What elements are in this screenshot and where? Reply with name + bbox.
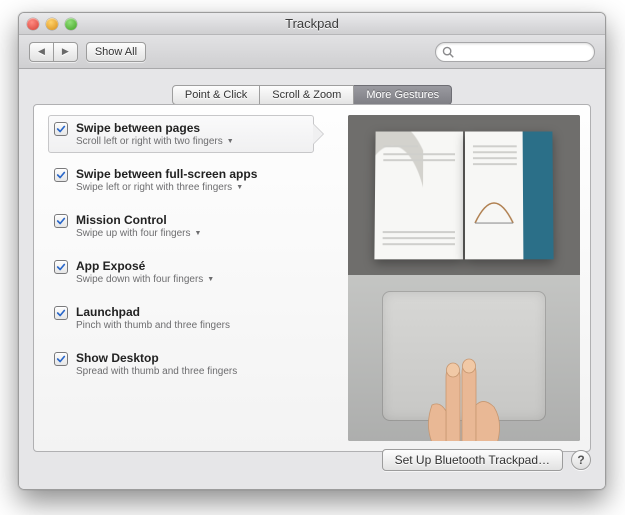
opt-sub[interactable]: Scroll left or right with two fingers▼ — [76, 136, 234, 147]
titlebar: Trackpad — [19, 13, 605, 35]
checkbox[interactable] — [54, 260, 68, 274]
opt-title: Launchpad — [76, 305, 230, 319]
opt-text: Mission Control Swipe up with four finge… — [76, 213, 201, 239]
opt-sub[interactable]: Swipe up with four fingers▼ — [76, 228, 201, 239]
opt-title: Swipe between pages — [76, 121, 234, 135]
gesture-list: Swipe between pages Scroll left or right… — [34, 105, 324, 451]
checkbox[interactable] — [54, 168, 68, 182]
opt-mission-control[interactable]: Mission Control Swipe up with four finge… — [48, 207, 314, 245]
preview-trackpad-area — [348, 275, 580, 441]
toolbar: ◀ ▶ Show All — [19, 35, 605, 69]
check-icon — [56, 308, 66, 318]
opt-title: App Exposé — [76, 259, 214, 273]
preferences-window: Trackpad ◀ ▶ Show All Point & Click Scro… — [18, 12, 606, 490]
help-button[interactable]: ? — [571, 450, 591, 470]
nav-back-forward: ◀ ▶ — [29, 42, 78, 62]
opt-text: Swipe between pages Scroll left or right… — [76, 121, 234, 147]
check-icon — [56, 170, 66, 180]
opt-title: Show Desktop — [76, 351, 237, 365]
checkbox[interactable] — [54, 122, 68, 136]
opt-sub: Spread with thumb and three fingers — [76, 366, 237, 377]
chevron-right-icon: ▶ — [62, 46, 69, 57]
opt-text: Launchpad Pinch with thumb and three fin… — [76, 305, 230, 331]
opt-sub: Pinch with thumb and three fingers — [76, 320, 230, 331]
opt-launchpad[interactable]: Launchpad Pinch with thumb and three fin… — [48, 299, 314, 337]
opt-text: Swipe between full-screen apps Swipe lef… — [76, 167, 257, 193]
opt-text: Show Desktop Spread with thumb and three… — [76, 351, 237, 377]
window-controls — [27, 18, 77, 30]
tab-point-click[interactable]: Point & Click — [172, 85, 260, 105]
opt-sub[interactable]: Swipe left or right with three fingers▼ — [76, 182, 257, 193]
check-icon — [56, 354, 66, 364]
footer: Set Up Bluetooth Trackpad… ? — [382, 449, 591, 471]
opt-show-desktop[interactable]: Show Desktop Spread with thumb and three… — [48, 345, 314, 383]
forward-button[interactable]: ▶ — [53, 42, 78, 62]
checkbox[interactable] — [54, 352, 68, 366]
opt-app-expose[interactable]: App Exposé Swipe down with four fingers▼ — [48, 253, 314, 291]
opt-title: Swipe between full-screen apps — [76, 167, 257, 181]
window-title: Trackpad — [19, 16, 605, 31]
gesture-preview — [348, 115, 580, 441]
bluetooth-trackpad-button[interactable]: Set Up Bluetooth Trackpad… — [382, 449, 563, 471]
check-icon — [56, 262, 66, 272]
preview-screen — [348, 115, 580, 275]
chevron-down-icon: ▼ — [236, 184, 243, 191]
chevron-down-icon: ▼ — [207, 276, 214, 283]
chevron-down-icon: ▼ — [227, 138, 234, 145]
gestures-panel: Swipe between pages Scroll left or right… — [33, 104, 591, 452]
preview-page-right — [465, 132, 554, 260]
show-all-button[interactable]: Show All — [86, 42, 146, 62]
tab-scroll-zoom[interactable]: Scroll & Zoom — [260, 85, 354, 105]
tab-bar: Point & Click Scroll & Zoom More Gesture… — [33, 85, 591, 105]
hand-icon — [404, 357, 524, 441]
close-icon[interactable] — [27, 18, 39, 30]
check-icon — [56, 216, 66, 226]
search-input[interactable] — [435, 42, 595, 62]
opt-sub[interactable]: Swipe down with four fingers▼ — [76, 274, 214, 285]
zoom-icon[interactable] — [65, 18, 77, 30]
checkbox[interactable] — [54, 306, 68, 320]
chevron-down-icon: ▼ — [195, 230, 202, 237]
preview-pages — [374, 132, 553, 260]
opt-swipe-pages[interactable]: Swipe between pages Scroll left or right… — [48, 115, 314, 153]
chevron-left-icon: ◀ — [38, 46, 45, 57]
search-wrap — [435, 42, 595, 62]
tab-more-gestures[interactable]: More Gestures — [354, 85, 452, 105]
check-icon — [56, 124, 66, 134]
opt-title: Mission Control — [76, 213, 201, 227]
opt-swipe-fullscreen[interactable]: Swipe between full-screen apps Swipe lef… — [48, 161, 314, 199]
search-icon — [441, 45, 455, 59]
diagram-icon — [471, 189, 517, 229]
minimize-icon[interactable] — [46, 18, 58, 30]
preview-page-left — [374, 132, 463, 260]
opt-text: App Exposé Swipe down with four fingers▼ — [76, 259, 214, 285]
back-button[interactable]: ◀ — [29, 42, 53, 62]
checkbox[interactable] — [54, 214, 68, 228]
content-area: Point & Click Scroll & Zoom More Gesture… — [19, 69, 605, 489]
